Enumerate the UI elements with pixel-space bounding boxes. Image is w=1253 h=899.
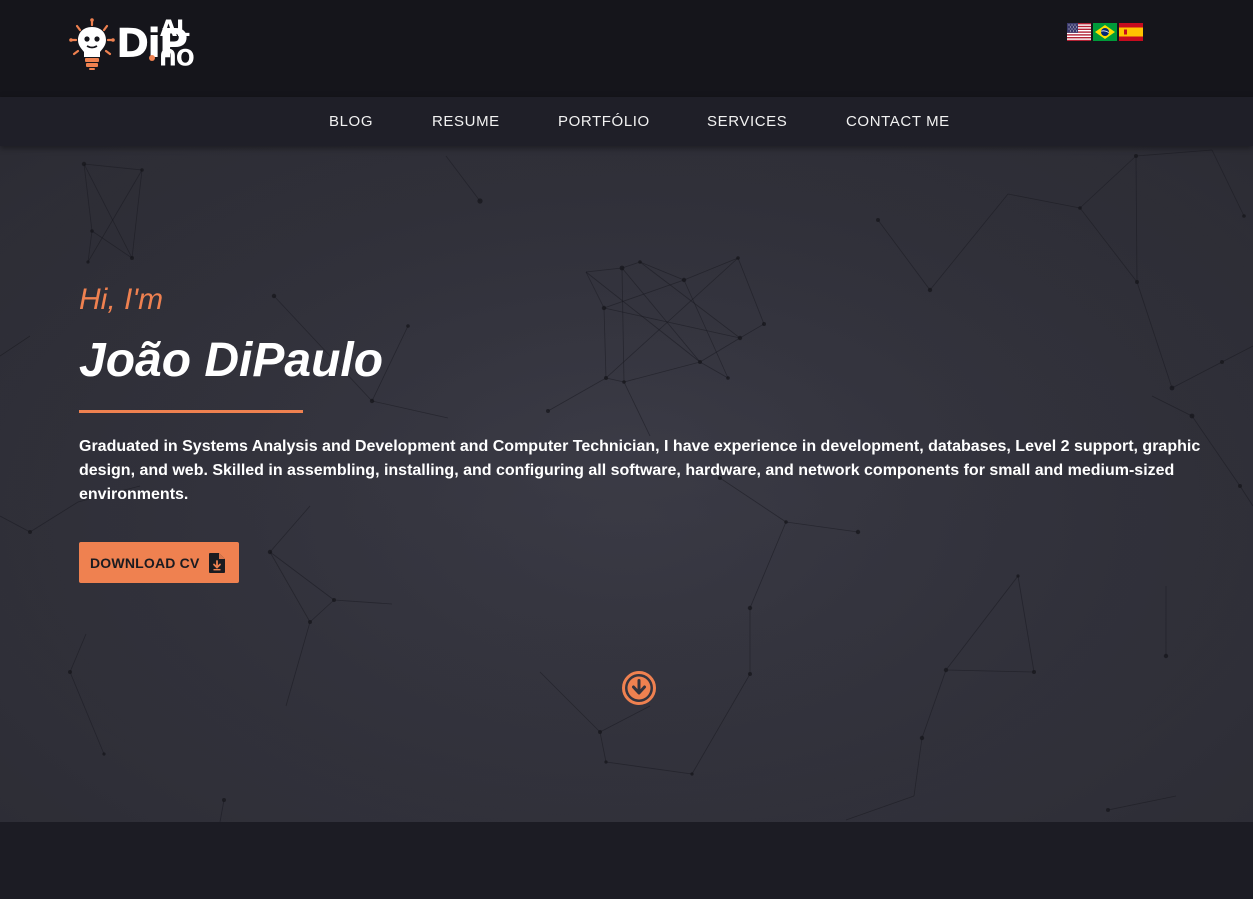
hero-name: João DiPaulo — [79, 334, 384, 387]
main-navigation: BLOG RESUME PORTFÓLIO SERVICES CONTACT M… — [0, 97, 1253, 146]
top-header: DiP AL OU — [0, 0, 1253, 97]
next-section — [0, 822, 1253, 899]
arrow-down-circle-icon — [622, 671, 656, 705]
nav-item-contact[interactable]: CONTACT ME — [846, 97, 950, 146]
hero-greeting: Hi, I'm — [79, 283, 164, 316]
download-cv-label: DOWNLOAD CV — [90, 554, 200, 571]
download-cv-button[interactable]: DOWNLOAD CV — [79, 542, 239, 583]
spain-flag-icon[interactable] — [1119, 23, 1143, 41]
logo-wordmark: DiP AL OU — [116, 17, 195, 68]
nav-item-services[interactable]: SERVICES — [707, 97, 787, 146]
brazil-flag-icon[interactable] — [1093, 23, 1117, 41]
scroll-down-button[interactable] — [621, 670, 657, 706]
lightbulb-icon — [68, 16, 116, 72]
language-switcher — [1067, 23, 1143, 41]
nav-item-resume[interactable]: RESUME — [432, 97, 500, 146]
hero-divider — [79, 410, 303, 413]
site-logo[interactable]: DiP AL OU — [68, 16, 208, 72]
hero-section: Hi, I'm João DiPaulo Graduated in System… — [0, 146, 1253, 822]
nav-item-blog[interactable]: BLOG — [329, 97, 373, 146]
us-flag-icon[interactable] — [1067, 23, 1091, 41]
hero-bio: Graduated in Systems Analysis and Develo… — [79, 438, 1201, 503]
file-download-icon — [209, 553, 225, 573]
nav-item-portfolio[interactable]: PORTFÓLIO — [558, 97, 650, 146]
